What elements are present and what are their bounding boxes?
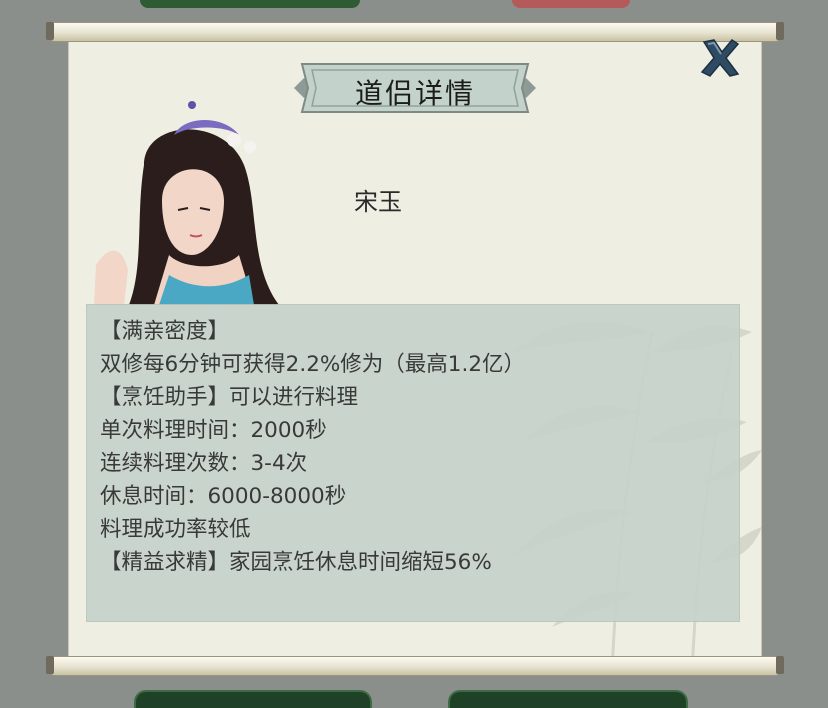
close-button[interactable] [698,36,742,80]
roller-cap [46,656,54,674]
roller-cap [776,22,784,40]
detail-line: 休息时间：6000-8000秒 [100,484,347,509]
detail-line: 双修每6分钟可获得2.2%修为（最高1.2亿） [100,352,525,377]
detail-line: 【烹饪助手】可以进行料理 [100,385,359,410]
companion-portrait [94,101,279,305]
detail-line: 单次料理时间：2000秒 [100,418,327,443]
background-top-panel [140,0,360,8]
detail-line: 料理成功率较低 [100,517,251,542]
companion-details-panel: 【满亲密度】 双修每6分钟可获得2.2%修为（最高1.2亿） 【烹饪助手】可以进… [86,304,740,622]
roller-cap [46,22,54,40]
scroll-top-roller [46,22,784,42]
detail-line: 【精益求精】家园烹饪休息时间缩短56% [100,550,492,575]
scroll-bottom-roller [46,656,784,676]
character-name: 宋玉 [354,188,402,216]
background-top-panel [512,0,630,8]
close-x-icon [700,39,740,77]
detail-line: 连续料理次数：3-4次 [100,451,308,476]
roller-cap [776,656,784,674]
background-button [448,690,688,708]
detail-line: 【满亲密度】 [100,319,230,344]
background-button [134,690,372,708]
